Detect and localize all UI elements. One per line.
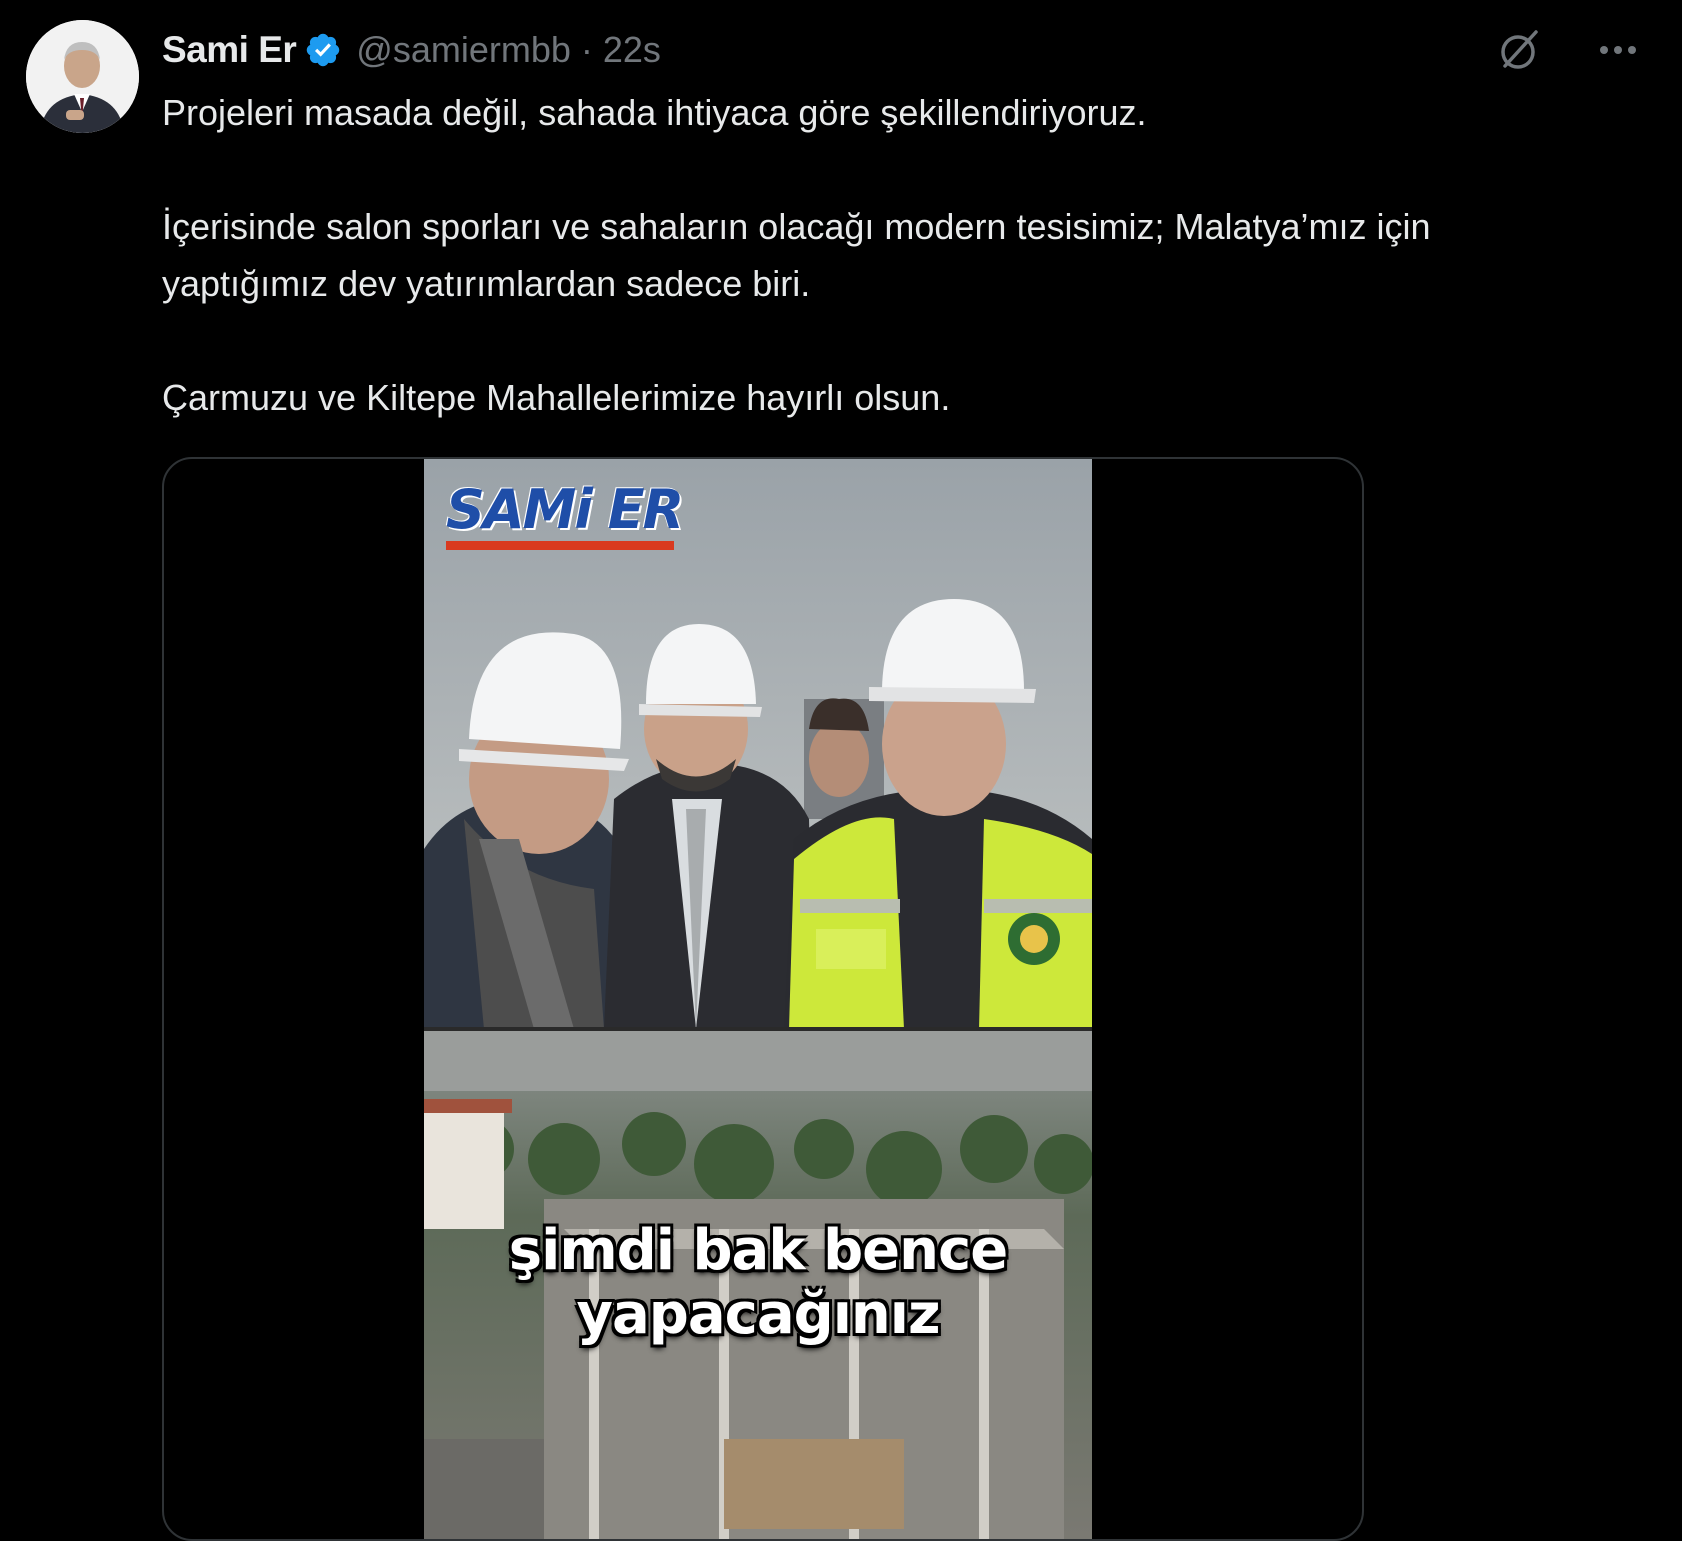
verified-badge-icon — [304, 31, 342, 69]
more-options-icon[interactable] — [1594, 26, 1642, 74]
avatar-image — [26, 20, 139, 133]
header-actions — [1496, 26, 1642, 74]
media-card[interactable]: SAMi ER şimdi bak bence yapacağınız — [162, 457, 1364, 1541]
tweet-paragraph: İçerisinde salon sporları ve sahaların o… — [162, 206, 1431, 247]
brand-logo-text: SAMi ER — [446, 478, 684, 541]
tweet-paragraph: yaptığımız dev yatırımlardan sadece biri… — [162, 263, 811, 304]
header-separator: · — [580, 29, 593, 70]
grok-icon[interactable] — [1496, 26, 1544, 74]
tweet-paragraph: Çarmuzu ve Kiltepe Mahallelerimize hayır… — [162, 377, 951, 418]
video-player[interactable]: SAMi ER şimdi bak bence yapacağınız — [424, 459, 1092, 1539]
avatar[interactable] — [26, 20, 139, 133]
tweet-header: Sami Er @samiermbb · 22s — [162, 22, 661, 78]
tweet-paragraph: Projeleri masada değil, sahada ihtiyaca … — [162, 92, 1147, 133]
video-caption: şimdi bak bence yapacağınız — [424, 1219, 1092, 1347]
author-handle[interactable]: @samiermbb — [356, 29, 571, 71]
caption-line: yapacağınız — [576, 1282, 940, 1347]
tweet[interactable]: Sami Er @samiermbb · 22s Projeleri masad… — [0, 0, 1682, 1541]
brand-logo: SAMi ER — [446, 478, 684, 550]
display-name[interactable]: Sami Er — [162, 29, 297, 71]
brand-logo-stripe — [446, 541, 674, 550]
tweet-text: Projeleri masada değil, sahada ihtiyaca … — [162, 84, 1662, 426]
tweet-timestamp[interactable]: 22s — [603, 29, 661, 71]
caption-line: şimdi bak bence — [508, 1218, 1008, 1283]
video-frame — [424, 459, 1092, 1539]
